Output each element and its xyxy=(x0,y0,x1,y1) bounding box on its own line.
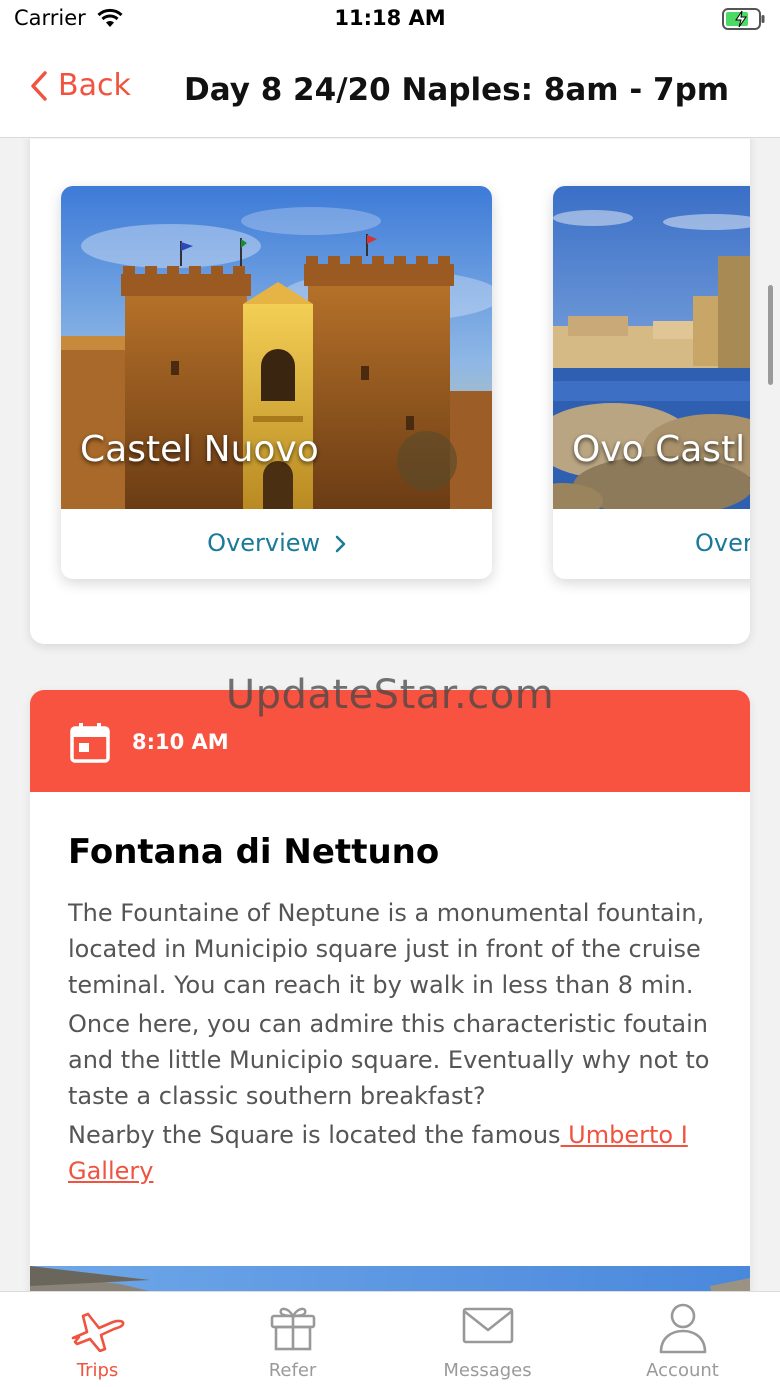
ovo-castle-image: Ovo Castl xyxy=(553,186,750,509)
back-label: Back xyxy=(58,68,131,103)
attractions-card: Castel Nuovo Overview Ovo Castl Over xyxy=(30,139,750,644)
battery-icon xyxy=(722,8,765,30)
navigation-bar: Back Day 8 24/20 Naples: 8am - 7pm xyxy=(0,40,780,138)
watermark: UpdateStar.com xyxy=(225,672,555,718)
overview-label: Overview xyxy=(207,529,321,557)
tab-bar: Trips Refer Messages Account xyxy=(0,1291,780,1387)
clock: 11:18 AM xyxy=(334,6,446,30)
tab-label: Refer xyxy=(268,1360,317,1381)
description-paragraph: Once here, you can admire this character… xyxy=(68,1010,710,1110)
attraction-card-castel-nuovo[interactable]: Castel Nuovo Overview xyxy=(61,186,492,579)
tab-label: Trips xyxy=(76,1360,119,1381)
tab-messages[interactable]: Messages xyxy=(390,1292,585,1387)
attraction-card-ovo-castle[interactable]: Ovo Castl Over xyxy=(553,186,750,579)
content-scroll-area[interactable]: Castel Nuovo Overview Ovo Castl Over Upd… xyxy=(0,139,780,1291)
tab-refer[interactable]: Refer xyxy=(195,1292,390,1387)
person-icon xyxy=(659,1303,706,1354)
tab-label: Messages xyxy=(443,1360,532,1381)
scroll-indicator[interactable] xyxy=(768,285,773,385)
description-paragraph: The Fountaine of Neptune is a monumental… xyxy=(68,899,705,999)
attraction-name: Ovo Castl xyxy=(572,429,746,470)
event-description: The Fountaine of Neptune is a monumental… xyxy=(68,895,716,1192)
status-bar: Carrier 11:18 AM xyxy=(0,0,780,40)
castel-nuovo-image: Castel Nuovo xyxy=(61,186,492,509)
tab-trips[interactable]: Trips xyxy=(0,1292,195,1387)
event-time: 8:10 AM xyxy=(132,730,229,754)
envelope-icon xyxy=(462,1307,513,1344)
calendar-icon xyxy=(70,723,110,763)
overview-link[interactable]: Overview xyxy=(61,529,492,557)
tab-label: Account xyxy=(646,1360,719,1381)
description-text: Nearby the Square is located the famous xyxy=(68,1121,561,1149)
page-title: Day 8 24/20 Naples: 8am - 7pm xyxy=(184,72,730,108)
description-paragraph: Nearby the Square is located the famous … xyxy=(68,1117,716,1189)
itinerary-event-card: 8:10 AM Fontana di Nettuno The Fountaine… xyxy=(30,690,750,1291)
airplane-icon xyxy=(71,1312,124,1352)
chevron-left-icon xyxy=(31,70,47,101)
attraction-name: Castel Nuovo xyxy=(80,429,319,470)
back-button[interactable]: Back xyxy=(30,68,131,103)
event-image xyxy=(30,1266,750,1291)
chevron-right-icon xyxy=(335,535,346,553)
overview-link[interactable]: Over xyxy=(695,529,750,557)
event-title: Fontana di Nettuno xyxy=(68,832,440,872)
gift-icon xyxy=(270,1307,315,1351)
tab-account[interactable]: Account xyxy=(585,1292,780,1387)
